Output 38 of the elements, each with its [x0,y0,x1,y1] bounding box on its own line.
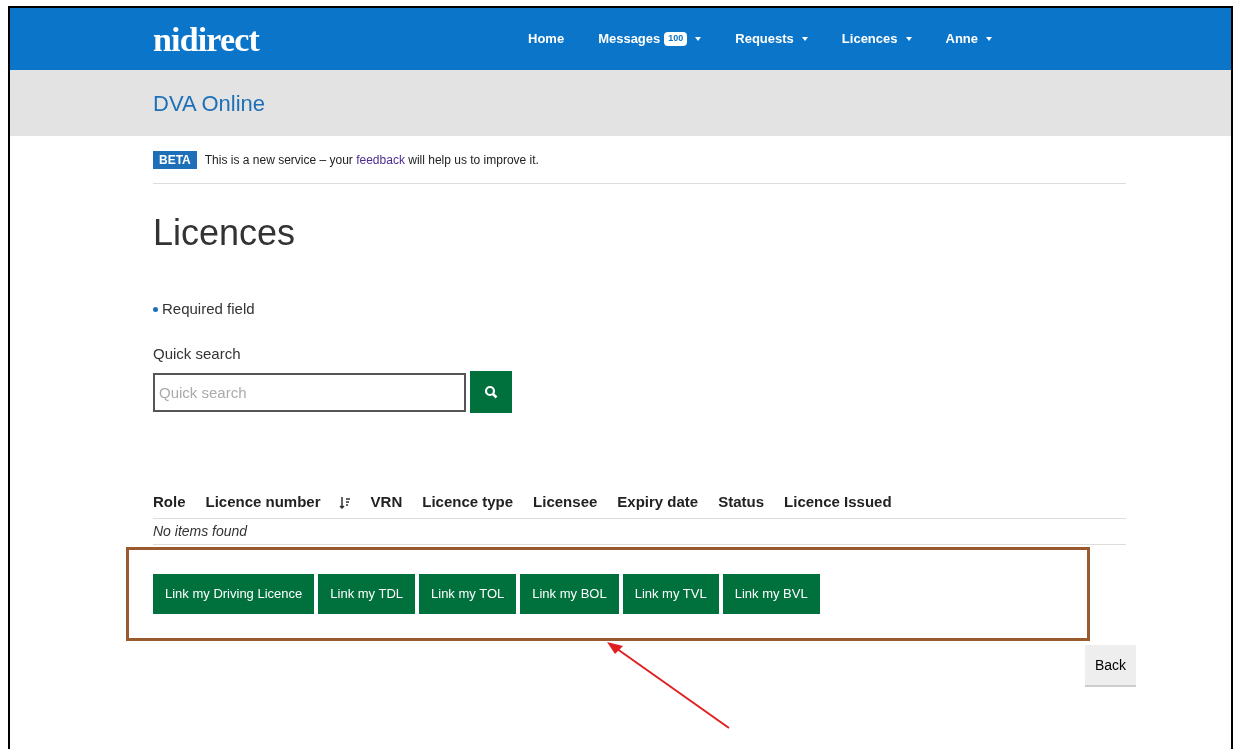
column-header[interactable]: Licensee [533,491,598,514]
beta-message: This is a new service – your feedback will help us to improve it. [204,151,539,169]
dropdown-caret-icon [801,37,808,41]
column-header[interactable]: Licence number [205,491,351,514]
page-title: Licences [153,211,297,255]
nav-link[interactable]: Home [528,29,565,49]
nav-link[interactable]: Messages 100 [598,29,702,49]
column-header[interactable]: Licence Issued [784,491,892,514]
link-licence-button[interactable]: Link my TOL [419,574,517,614]
dropdown-caret-icon [905,37,912,41]
service-title[interactable]: DVA Online [153,86,266,120]
link-licence-button[interactable]: Link my Driving Licence [153,574,315,614]
empty-message: No items found [153,519,1126,545]
column-header[interactable]: Role [153,491,186,514]
feedback-link[interactable]: feedback [356,152,405,167]
nav-link[interactable]: Anne [945,29,992,49]
column-header[interactable]: Licence type [422,491,514,514]
link-licence-button[interactable]: Link my BVL [722,574,820,614]
search-button[interactable] [470,371,512,413]
quick-search-field[interactable]: Quick search [153,372,466,412]
back-button[interactable]: Back [1084,645,1136,687]
logo[interactable]: nidirect [153,13,403,65]
dropdown-caret-icon [695,37,702,41]
link-licence-button[interactable]: Link my TVL [622,574,719,614]
link-licence-button[interactable]: Link my BOL [520,574,619,614]
nav-link[interactable]: Licences [841,29,912,49]
search-icon [484,385,498,399]
column-header[interactable]: Expiry date [617,491,699,514]
quick-search-label: Quick search [153,343,242,364]
required-marker-icon [153,306,158,312]
column-header[interactable]: Status [718,491,765,514]
dropdown-caret-icon [986,37,992,41]
column-header[interactable]: VRN [370,491,403,514]
sort-icon [338,496,351,509]
beta-tag: BETA [153,150,197,169]
required-note: Required field [162,299,255,319]
link-licence-button[interactable]: Link my TDL [318,574,415,614]
nav-link[interactable]: Requests [735,29,808,49]
